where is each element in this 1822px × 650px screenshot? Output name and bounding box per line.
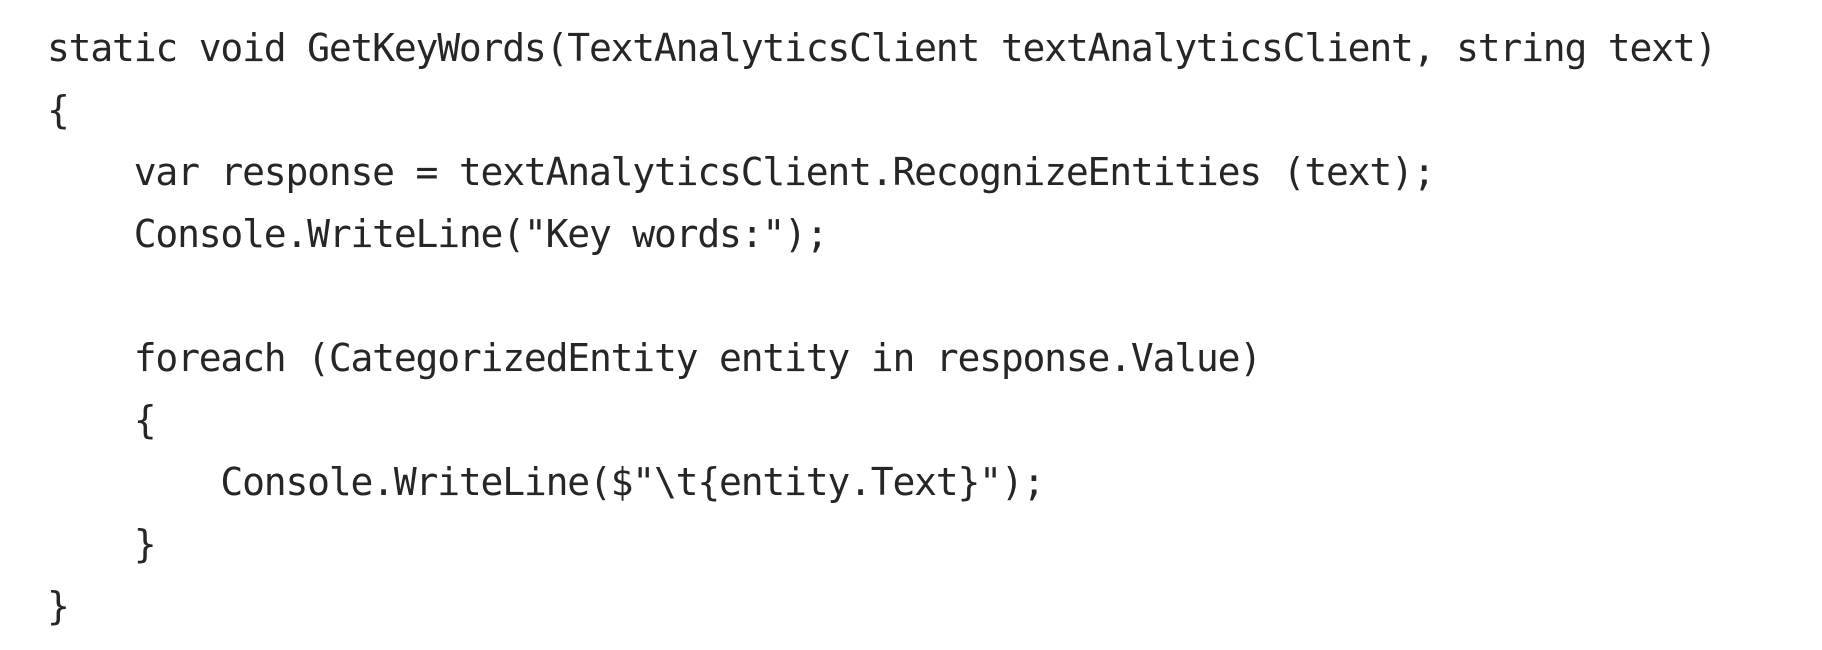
code-line-7: { <box>47 398 157 442</box>
code-line-8: Console.WriteLine($"\t{entity.Text}"); <box>47 460 1045 504</box>
code-line-1: static void GetKeyWords(TextAnalyticsCli… <box>47 26 1717 70</box>
code-line-4: Console.WriteLine("Key words:"); <box>47 212 829 256</box>
code-line-6: foreach (CategorizedEntity entity in res… <box>47 336 1262 380</box>
code-block: static void GetKeyWords(TextAnalyticsCli… <box>0 0 1822 650</box>
code-line-3: var response = textAnalyticsClient.Recog… <box>47 150 1436 194</box>
code-line-10: } <box>47 584 70 628</box>
code-line-9: } <box>47 522 157 566</box>
code-line-2: { <box>47 88 70 132</box>
